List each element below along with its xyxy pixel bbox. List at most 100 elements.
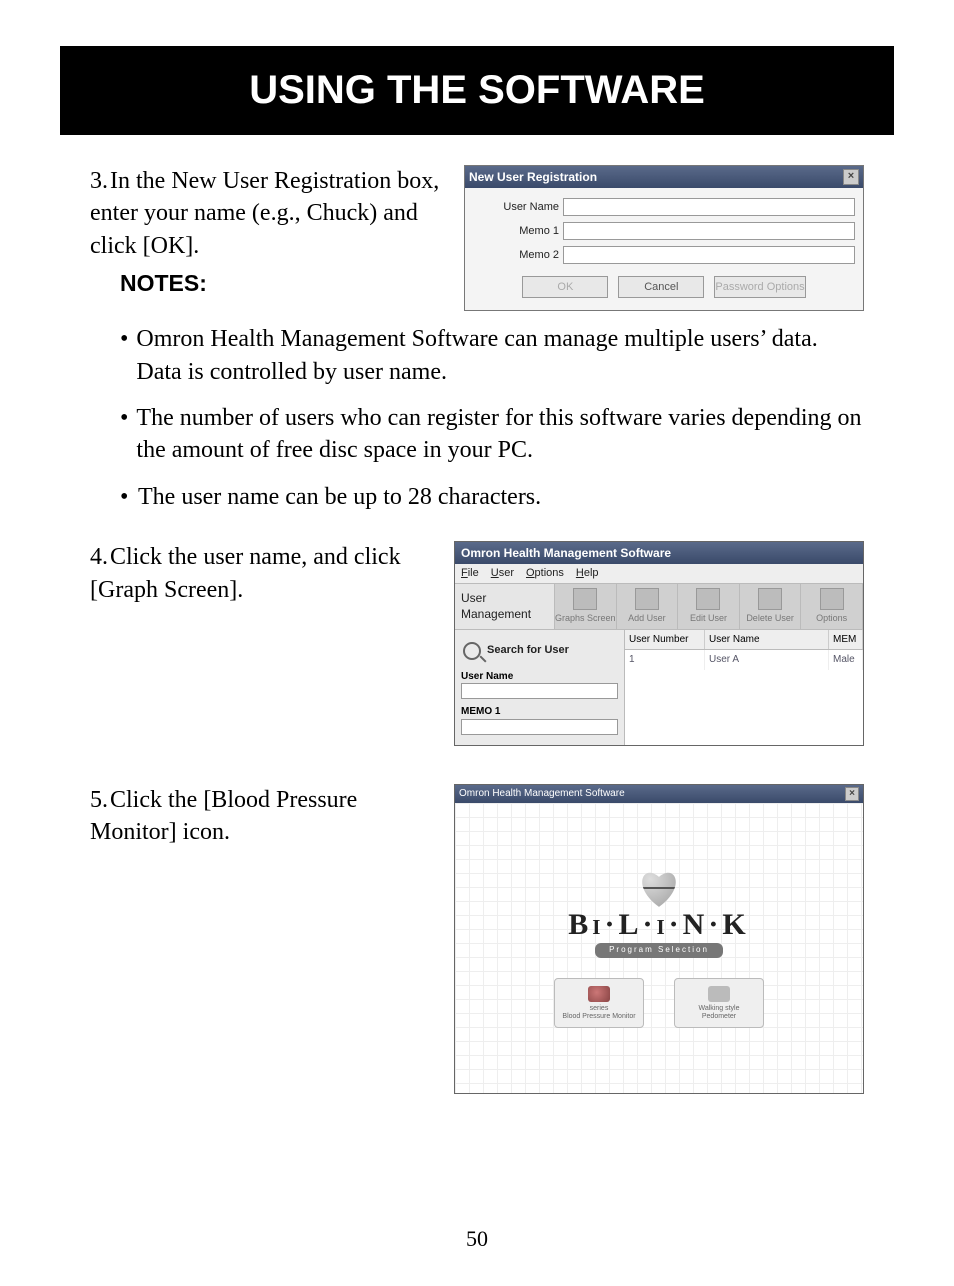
window2-titlebar: Omron Health Management Software <box>455 542 863 564</box>
pedometer-icon <box>708 986 730 1002</box>
page-number: 50 <box>0 1226 954 1252</box>
memo2-label: Memo 2 <box>473 248 563 263</box>
user-list-row[interactable]: 1 User A Male <box>625 650 863 670</box>
memo1-row: Memo 1 <box>473 222 855 240</box>
page-content: 3.In the New User Registration box, ente… <box>90 165 864 1094</box>
notes-list: •Omron Health Management Software can ma… <box>120 323 864 513</box>
add-user-icon <box>635 588 659 610</box>
dialog-button-row: OK Cancel Password Options <box>473 270 855 304</box>
note-item: •The user name can be up to 28 character… <box>120 481 864 513</box>
search-memo1-input[interactable] <box>461 719 618 735</box>
pedometer-button[interactable]: Walking style Pedometer <box>674 978 764 1028</box>
edit-user-button[interactable]: Edit User <box>678 584 740 628</box>
step-4-row: 4.Click the user name, and click [Graph … <box>90 541 864 745</box>
program-icon-row: series Blood Pressure Monitor Walking st… <box>554 978 764 1028</box>
step-5-row: 5.Click the [Blood Pressure Monitor] ico… <box>90 784 864 1094</box>
bullet-icon: • <box>120 481 130 513</box>
menu-file[interactable]: File <box>461 566 479 581</box>
graphs-screen-button[interactable]: Graphs Screen <box>555 584 617 628</box>
ped-line1: Walking style <box>699 1005 740 1013</box>
note-item: •Omron Health Management Software can ma… <box>120 323 864 388</box>
bilink-logo-area: Bi·L·i·N·K Program Selection <box>568 867 749 958</box>
options-icon <box>820 588 844 610</box>
note-text: Omron Health Management Software can man… <box>136 323 864 388</box>
graphs-screen-icon <box>573 588 597 610</box>
window3-titlebar: Omron Health Management Software × <box>455 785 863 803</box>
user-name-row: User Name <box>473 198 855 216</box>
dialog-title: New User Registration <box>469 169 597 185</box>
window3-title: Omron Health Management Software <box>459 787 625 801</box>
ok-button[interactable]: OK <box>522 276 608 298</box>
col-mem: MEM <box>829 630 863 650</box>
cell-user-number: 1 <box>625 650 705 670</box>
bpm-icon <box>588 986 610 1002</box>
note-item: •The number of users who can register fo… <box>120 402 864 467</box>
bilink-brand: Bi·L·i·N·K <box>568 905 749 946</box>
cancel-button[interactable]: Cancel <box>618 276 704 298</box>
step-3-text: 3.In the New User Registration box, ente… <box>90 165 450 307</box>
search-user-name-input[interactable] <box>461 683 618 699</box>
notes-heading: NOTES: <box>120 268 450 299</box>
col-user-number: User Number <box>625 630 705 650</box>
delete-user-icon <box>758 588 782 610</box>
step-5-body: Click the [Blood Pressure Monitor] icon. <box>90 787 357 845</box>
search-header-label: Search for User <box>487 643 569 658</box>
cell-user-name: User A <box>705 650 829 670</box>
memo2-row: Memo 2 <box>473 246 855 264</box>
memo1-input[interactable] <box>563 222 855 240</box>
user-management-label: User Management <box>455 584 555 628</box>
search-user-name-label: User Name <box>461 670 618 684</box>
edit-user-icon <box>696 588 720 610</box>
user-name-input[interactable] <box>563 198 855 216</box>
bullet-icon: • <box>120 402 128 467</box>
user-management-window: Omron Health Management Software File Us… <box>454 541 864 745</box>
close-icon[interactable]: × <box>845 787 859 801</box>
bpm-line1: series <box>590 1005 609 1013</box>
step-3-row: 3.In the New User Registration box, ente… <box>90 165 864 311</box>
new-user-registration-dialog: New User Registration × User Name Memo 1… <box>464 165 864 311</box>
bilink-window: Omron Health Management Software × Bi·L·… <box>454 784 864 1094</box>
step-5-number: 5. <box>90 784 110 816</box>
user-list: User Number User Name MEM 1 User A Male <box>625 630 863 745</box>
password-options-button[interactable]: Password Options <box>714 276 805 298</box>
search-memo1-label: MEMO 1 <box>461 705 618 719</box>
user-name-label: User Name <box>473 200 563 215</box>
blood-pressure-monitor-button[interactable]: series Blood Pressure Monitor <box>554 978 644 1028</box>
menu-options[interactable]: Options <box>526 566 564 581</box>
step-4-number: 4. <box>90 541 110 573</box>
search-header: Search for User <box>463 642 618 660</box>
heart-icon <box>637 867 681 907</box>
step-4-body: Click the user name, and click [Graph Sc… <box>90 544 401 602</box>
menu-user[interactable]: User <box>491 566 514 581</box>
step-5-text: 5.Click the [Blood Pressure Monitor] ico… <box>90 784 440 849</box>
page-title-banner: USING THE SOFTWARE <box>60 46 894 135</box>
dialog-body: User Name Memo 1 Memo 2 OK Cancel P <box>465 188 863 310</box>
memo1-label: Memo 1 <box>473 224 563 239</box>
menu-bar: File User Options Help <box>455 564 863 583</box>
manual-page: USING THE SOFTWARE 3.In the New User Reg… <box>0 46 954 1286</box>
user-list-header: User Number User Name MEM <box>625 630 863 651</box>
note-text: The user name can be up to 28 characters… <box>138 481 541 513</box>
options-button[interactable]: Options <box>801 584 863 628</box>
ped-line2: Pedometer <box>702 1013 736 1021</box>
menu-help[interactable]: Help <box>576 566 599 581</box>
search-icon <box>463 642 481 660</box>
col-user-name: User Name <box>705 630 829 650</box>
program-selection-label: Program Selection <box>595 943 723 958</box>
window3-body: Bi·L·i·N·K Program Selection series Bloo… <box>455 803 863 1093</box>
step-4-text: 4.Click the user name, and click [Graph … <box>90 541 440 606</box>
toolbar: User Management Graphs Screen Add User E… <box>455 583 863 629</box>
memo2-input[interactable] <box>563 246 855 264</box>
close-icon[interactable]: × <box>843 169 859 185</box>
delete-user-button[interactable]: Delete User <box>740 584 802 628</box>
window2-title: Omron Health Management Software <box>461 546 671 560</box>
window2-body: Search for User User Name MEMO 1 User Nu… <box>455 630 863 745</box>
dialog-titlebar: New User Registration × <box>465 166 863 188</box>
search-panel: Search for User User Name MEMO 1 <box>455 630 625 745</box>
cell-mem: Male <box>829 650 863 670</box>
step-3-body: In the New User Registration box, enter … <box>90 168 439 259</box>
step-3-number: 3. <box>90 165 110 197</box>
bpm-line2: Blood Pressure Monitor <box>562 1013 635 1021</box>
add-user-button[interactable]: Add User <box>617 584 679 628</box>
bullet-icon: • <box>120 323 128 388</box>
